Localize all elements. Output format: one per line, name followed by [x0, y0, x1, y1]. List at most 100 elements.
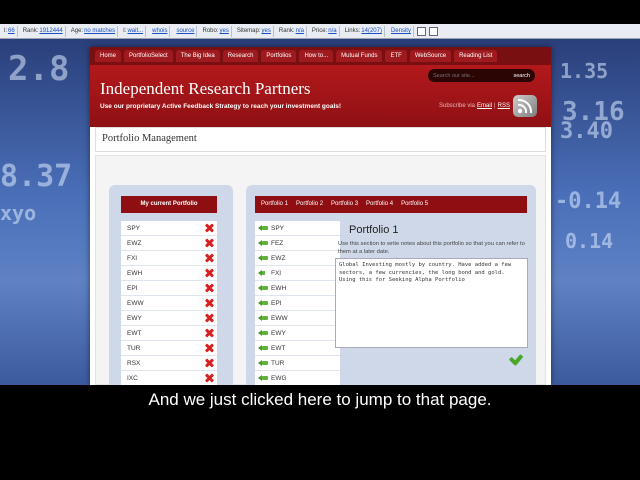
- nav-item[interactable]: Portfolios: [261, 50, 297, 62]
- toolbar-item-value[interactable]: whois: [152, 28, 167, 34]
- toolbar-item-value[interactable]: 14(207): [361, 28, 382, 34]
- toolbar-item-value[interactable]: n/a: [328, 28, 336, 34]
- remove-icon[interactable]: [204, 253, 214, 263]
- portfolio-tab[interactable]: Portfolio 5: [397, 196, 432, 213]
- portfolio-row: IXC: [121, 371, 217, 385]
- subscribe-links: Subscribe via Email | RSS: [439, 103, 510, 109]
- ticker-symbol: EWH: [127, 269, 143, 277]
- nav-item[interactable]: PortfolioSelect: [124, 50, 173, 62]
- nav-item[interactable]: Reading List: [454, 50, 498, 62]
- ticker-row: EWT: [255, 341, 340, 356]
- portfolio-tab[interactable]: Portfolio 2: [292, 196, 327, 213]
- add-arrow-icon[interactable]: [258, 374, 268, 382]
- toolbar-item-value[interactable]: yes: [220, 28, 229, 34]
- toolbar-item[interactable]: Age: no matches: [69, 25, 119, 37]
- remove-icon[interactable]: [204, 328, 214, 338]
- portfolio-tab[interactable]: Portfolio 4: [362, 196, 397, 213]
- ticker-row: SPY: [255, 221, 340, 236]
- remove-icon[interactable]: [204, 283, 214, 293]
- nav-item[interactable]: How to...: [299, 50, 334, 62]
- website-frame: Home PortfolioSelect The Big Idea Research P…: [90, 47, 551, 385]
- nav-item[interactable]: The Big Idea: [175, 50, 220, 62]
- add-arrow-icon[interactable]: [258, 359, 268, 367]
- toolbar-item[interactable]: Price: n/a: [310, 25, 340, 37]
- ticker-symbol: EWW: [271, 314, 288, 322]
- ticker-symbol: FEZ: [271, 239, 284, 247]
- toolbar-item[interactable]: Links: 14(207): [343, 25, 385, 37]
- portfolio-title: Portfolio 1: [349, 224, 399, 236]
- portfolio-row: SPY: [121, 221, 217, 236]
- ticker-number: 3.40: [560, 119, 613, 144]
- checkmark-icon[interactable]: [510, 355, 524, 365]
- toolbar-item[interactable]: I: wait...: [121, 25, 147, 37]
- toolbar-item[interactable]: Density: [388, 25, 414, 37]
- portfolio-notes-help: Use this section to write notes about th…: [338, 241, 525, 255]
- remove-icon[interactable]: [204, 343, 214, 353]
- remove-icon[interactable]: [204, 358, 214, 368]
- current-portfolio-heading: My current Portfolio: [121, 196, 217, 213]
- toolbar-item[interactable]: Rank: n/a: [277, 25, 307, 37]
- remove-icon[interactable]: [204, 223, 214, 233]
- ticker-row: EWG: [255, 371, 340, 385]
- remove-icon[interactable]: [204, 298, 214, 308]
- add-arrow-icon[interactable]: [258, 224, 268, 232]
- portfolio-editor-panel: Portfolio 1 Portfolio 2 Portfolio 3 Portfol…: [246, 185, 536, 385]
- toolbar-item-value[interactable]: 1912444: [39, 28, 62, 34]
- ticker-symbol: EPI: [271, 299, 282, 307]
- toolbar-close-button[interactable]: [416, 26, 426, 36]
- ticker-number: 2.8: [8, 49, 70, 89]
- remove-icon[interactable]: [204, 268, 214, 278]
- toolbar-item-value[interactable]: wait...: [127, 28, 143, 34]
- toolbar-options-button[interactable]: [428, 26, 438, 36]
- toolbar-item[interactable]: Sitemap: yes: [235, 25, 274, 37]
- nav-item[interactable]: Research: [222, 50, 259, 62]
- toolbar-item[interactable]: Rank: 1912444: [21, 25, 66, 37]
- toolbar-item[interactable]: Robo: yes: [200, 25, 232, 37]
- search-input[interactable]: [433, 72, 503, 79]
- ticker-number: 1.35: [560, 59, 609, 83]
- add-arrow-icon[interactable]: [258, 239, 268, 247]
- toolbar-item-value[interactable]: 66: [8, 28, 15, 34]
- toolbar-item-value[interactable]: source: [176, 28, 194, 34]
- ticker-symbol: TUR: [271, 359, 285, 367]
- video-letterbox-bottom: And we just clicked here to jump to that…: [0, 385, 640, 480]
- add-arrow-icon[interactable]: [258, 314, 268, 322]
- add-arrow-icon[interactable]: [258, 254, 268, 262]
- nav-item[interactable]: Mutual Funds: [336, 50, 383, 62]
- remove-icon[interactable]: [204, 373, 214, 383]
- portfolio-row: EWZ: [121, 236, 217, 251]
- toolbar-item[interactable]: l: 66: [2, 25, 18, 37]
- subscribe-rss-link[interactable]: RSS: [498, 103, 510, 109]
- add-arrow-icon[interactable]: [258, 284, 268, 292]
- portfolio-notes-textarea[interactable]: Global Investing mostly by country. Have…: [335, 258, 528, 348]
- rss-icon[interactable]: [513, 95, 537, 117]
- site-header: Independent Research Partners Use our pr…: [90, 65, 551, 127]
- search-button[interactable]: search: [513, 73, 530, 79]
- portfolio-row: EWY: [121, 311, 217, 326]
- nav-item[interactable]: Home: [95, 50, 122, 62]
- add-arrow-icon[interactable]: [258, 329, 268, 337]
- subscribe-email-link[interactable]: Email: [477, 103, 492, 109]
- toolbar-item-label: Rank:: [278, 28, 295, 34]
- toolbar-item[interactable]: source: [173, 25, 198, 37]
- main-nav: Home PortfolioSelect The Big Idea Research P…: [90, 47, 551, 65]
- ticker-row: TUR: [255, 356, 340, 371]
- add-arrow-icon[interactable]: [258, 299, 268, 307]
- toolbar-item[interactable]: whois: [149, 25, 171, 37]
- nav-item[interactable]: WebSource: [409, 50, 452, 62]
- remove-icon[interactable]: [204, 238, 214, 248]
- toolbar-item-value[interactable]: n/a: [296, 28, 304, 34]
- portfolio-tab[interactable]: Portfolio 3: [327, 196, 362, 213]
- toolbar-item-value[interactable]: no matches: [84, 28, 115, 34]
- toolbar-item-value[interactable]: Density: [391, 28, 411, 34]
- ticker-symbol: FXI: [127, 254, 138, 262]
- remove-icon[interactable]: [204, 313, 214, 323]
- add-arrow-icon[interactable]: [258, 344, 268, 352]
- portfolio-tab[interactable]: Portfolio 1: [257, 196, 292, 213]
- ticker-row: EPI: [255, 296, 340, 311]
- ticker-symbol: IXC: [127, 374, 138, 382]
- site-title[interactable]: Independent Research Partners: [100, 79, 311, 99]
- toolbar-item-value[interactable]: yes: [262, 28, 271, 34]
- toolbar-item-label: Sitemap:: [236, 28, 261, 34]
- nav-item[interactable]: ETF: [385, 50, 407, 62]
